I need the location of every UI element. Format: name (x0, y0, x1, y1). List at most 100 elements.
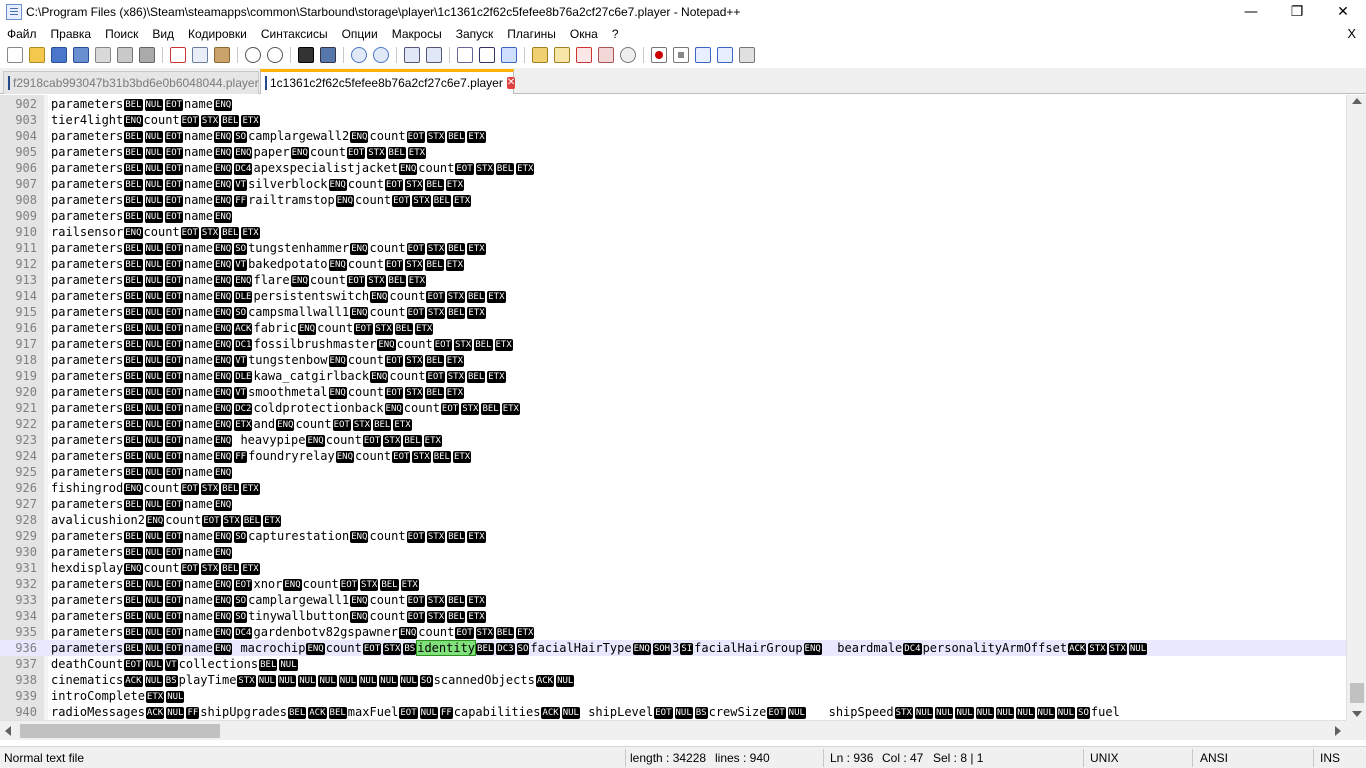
scroll-up-icon[interactable] (1352, 98, 1362, 104)
close-tab-icon[interactable]: ✕ (506, 77, 516, 89)
scroll-down-icon[interactable] (1352, 711, 1362, 717)
maximize-button[interactable]: ❐ (1274, 0, 1320, 24)
editor-line[interactable]: 909 parameters BEL NUL EOT name ENQ (0, 208, 1346, 224)
close-icon[interactable] (95, 47, 111, 63)
menu-macro[interactable]: Макросы (385, 24, 449, 44)
menu-run[interactable]: Запуск (449, 24, 501, 44)
editor-line[interactable]: 903 tier4light ENQ count EOT STX BEL ETX (0, 112, 1346, 128)
horizontal-scrollbar[interactable] (0, 720, 1346, 740)
monitoring-icon[interactable] (620, 47, 636, 63)
zoom-in-icon[interactable] (351, 47, 367, 63)
editor-line[interactable]: 906 parameters BEL NUL EOT name ENQ DC4 apexspec… (0, 160, 1346, 176)
editor-line[interactable]: 918 parameters BEL NUL EOT name ENQ VT tungstenb… (0, 352, 1346, 368)
editor-line[interactable]: 917 parameters BEL NUL EOT name ENQ DC1 fossilbr… (0, 336, 1346, 352)
menu-search[interactable]: Поиск (98, 24, 145, 44)
editor-line[interactable]: 924 parameters BEL NUL EOT name ENQ FF foundryre… (0, 448, 1346, 464)
editor-line[interactable]: 921 parameters BEL NUL EOT name ENQ DC2 coldprot… (0, 400, 1346, 416)
redo-icon[interactable] (267, 47, 283, 63)
scroll-left-icon[interactable] (5, 726, 11, 736)
status-eol[interactable]: UNIX (1090, 747, 1119, 768)
editor-line[interactable]: 919 parameters BEL NUL EOT name ENQ DLE kawa_cat… (0, 368, 1346, 384)
editor-line[interactable]: 939 introComplete ETX NUL (0, 688, 1346, 704)
sync-vertical-icon[interactable] (404, 47, 420, 63)
document-map-icon[interactable] (554, 47, 570, 63)
playback-macro-icon[interactable] (695, 47, 711, 63)
menu-settings[interactable]: Опции (335, 24, 385, 44)
tab-file-1[interactable]: f2918cab993047b31b3bd6e0b6048044.player (3, 71, 259, 94)
folder-as-workspace-icon[interactable] (598, 47, 614, 63)
word-wrap-icon[interactable] (457, 47, 473, 63)
editor-line[interactable]: 915 parameters BEL NUL EOT name ENQ SO campsmall… (0, 304, 1346, 320)
editor-line[interactable]: 913 parameters BEL NUL EOT name ENQ ENQ flare ENQ… (0, 272, 1346, 288)
editor-line[interactable]: 938 cinematics ACK NUL BS playTime STX NUL NUL NU… (0, 672, 1346, 688)
editor-line[interactable]: 922 parameters BEL NUL EOT name ENQ ETX and ENQ co… (0, 416, 1346, 432)
horizontal-scroll-thumb[interactable] (20, 724, 220, 738)
editor-line[interactable]: 905 parameters BEL NUL EOT name ENQ ENQ paper ENQ… (0, 144, 1346, 160)
cut-icon[interactable] (170, 47, 186, 63)
editor-line[interactable]: 928 avalicushion2 ENQ count EOT STX BEL ETX (0, 512, 1346, 528)
editor-line[interactable]: 920 parameters BEL NUL EOT name ENQ VT smoothmet… (0, 384, 1346, 400)
save-all-icon[interactable] (73, 47, 89, 63)
vertical-scrollbar[interactable] (1346, 95, 1366, 720)
menu-plugins[interactable]: Плагины (500, 24, 563, 44)
editor-line[interactable]: 925 parameters BEL NUL EOT name ENQ (0, 464, 1346, 480)
zoom-out-icon[interactable] (373, 47, 389, 63)
close-window-button[interactable]: ✕ (1320, 0, 1366, 24)
tab-file-2[interactable]: 1c1361c2f62c5fefee8b76a2cf27c6e7.player … (260, 69, 516, 94)
editor-line[interactable]: 927 parameters BEL NUL EOT name ENQ (0, 496, 1346, 512)
editor-line[interactable]: 912 parameters BEL NUL EOT name ENQ VT bakedpota… (0, 256, 1346, 272)
menu-help[interactable]: ? (605, 24, 626, 44)
editor-line[interactable]: 940 radioMessages ACK NUL FF shipUpgrades BEL A… (0, 704, 1346, 720)
editor-line[interactable]: 923 parameters BEL NUL EOT name ENQ heavypipe E… (0, 432, 1346, 448)
open-file-icon[interactable] (29, 47, 45, 63)
new-file-icon[interactable] (7, 47, 23, 63)
editor-line[interactable]: 937 deathCount EOT NUL VT collections BEL NUL (0, 656, 1346, 672)
user-defined-language-icon[interactable] (532, 47, 548, 63)
editor-line[interactable]: 929 parameters BEL NUL EOT name ENQ SO capturest… (0, 528, 1346, 544)
text-editor[interactable]: 902 parameters BEL NUL EOT name ENQ 903 tier4lig… (0, 95, 1346, 720)
close-document-button[interactable]: X (1347, 24, 1356, 44)
editor-line[interactable]: 911 parameters BEL NUL EOT name ENQ SO tungstenh… (0, 240, 1346, 256)
editor-line[interactable]: 910 railsensor ENQ count EOT STX BEL ETX (0, 224, 1346, 240)
save-icon[interactable] (51, 47, 67, 63)
editor-line-current[interactable]: 936 parameters BEL NUL EOT name ENQ macrochip E… (0, 640, 1346, 656)
menu-file[interactable]: Файл (0, 24, 44, 44)
replace-icon[interactable] (320, 47, 336, 63)
save-macro-icon[interactable] (739, 47, 755, 63)
copy-icon[interactable] (192, 47, 208, 63)
menu-language[interactable]: Синтаксисы (254, 24, 335, 44)
run-macro-multiple-icon[interactable] (717, 47, 733, 63)
status-encoding[interactable]: ANSI (1200, 747, 1228, 768)
editor-line[interactable]: 904 parameters BEL NUL EOT name ENQ SO camplarge… (0, 128, 1346, 144)
editor-line[interactable]: 931 hexdisplay ENQ count EOT STX BEL ETX (0, 560, 1346, 576)
sync-horizontal-icon[interactable] (426, 47, 442, 63)
minimize-button[interactable]: — (1228, 0, 1274, 24)
menu-view[interactable]: Вид (145, 24, 181, 44)
editor-line[interactable]: 916 parameters BEL NUL EOT name ENQ ACK fabric EN… (0, 320, 1346, 336)
editor-line[interactable]: 935 parameters BEL NUL EOT name ENQ DC4 gardenbo… (0, 624, 1346, 640)
editor-line[interactable]: 926 fishingrod ENQ count EOT STX BEL ETX (0, 480, 1346, 496)
print-icon[interactable] (139, 47, 155, 63)
editor-line[interactable]: 933 parameters BEL NUL EOT name ENQ SO camplarge… (0, 592, 1346, 608)
undo-icon[interactable] (245, 47, 261, 63)
stop-recording-icon[interactable] (673, 47, 689, 63)
editor-line[interactable]: 907 parameters BEL NUL EOT name ENQ VT silverblo… (0, 176, 1346, 192)
editor-line[interactable]: 908 parameters BEL NUL EOT name ENQ FF railtrams… (0, 192, 1346, 208)
scroll-right-icon[interactable] (1335, 726, 1341, 736)
show-all-characters-icon[interactable] (479, 47, 495, 63)
record-macro-icon[interactable] (651, 47, 667, 63)
editor-line[interactable]: 932 parameters BEL NUL EOT name ENQ EOT xnor ENQ c… (0, 576, 1346, 592)
indent-guide-icon[interactable] (501, 47, 517, 63)
close-all-icon[interactable] (117, 47, 133, 63)
editor-line[interactable]: 934 parameters BEL NUL EOT name ENQ SO tinywallb… (0, 608, 1346, 624)
editor-line[interactable]: 902 parameters BEL NUL EOT name ENQ (0, 96, 1346, 112)
paste-icon[interactable] (214, 47, 230, 63)
vertical-scroll-thumb[interactable] (1350, 683, 1364, 703)
find-icon[interactable] (298, 47, 314, 63)
menu-encoding[interactable]: Кодировки (181, 24, 254, 44)
editor-line[interactable]: 914 parameters BEL NUL EOT name ENQ DLE persiste… (0, 288, 1346, 304)
function-list-icon[interactable] (576, 47, 592, 63)
menu-edit[interactable]: Правка (44, 24, 99, 44)
editor-line[interactable]: 930 parameters BEL NUL EOT name ENQ (0, 544, 1346, 560)
menu-window[interactable]: Окна (563, 24, 605, 44)
